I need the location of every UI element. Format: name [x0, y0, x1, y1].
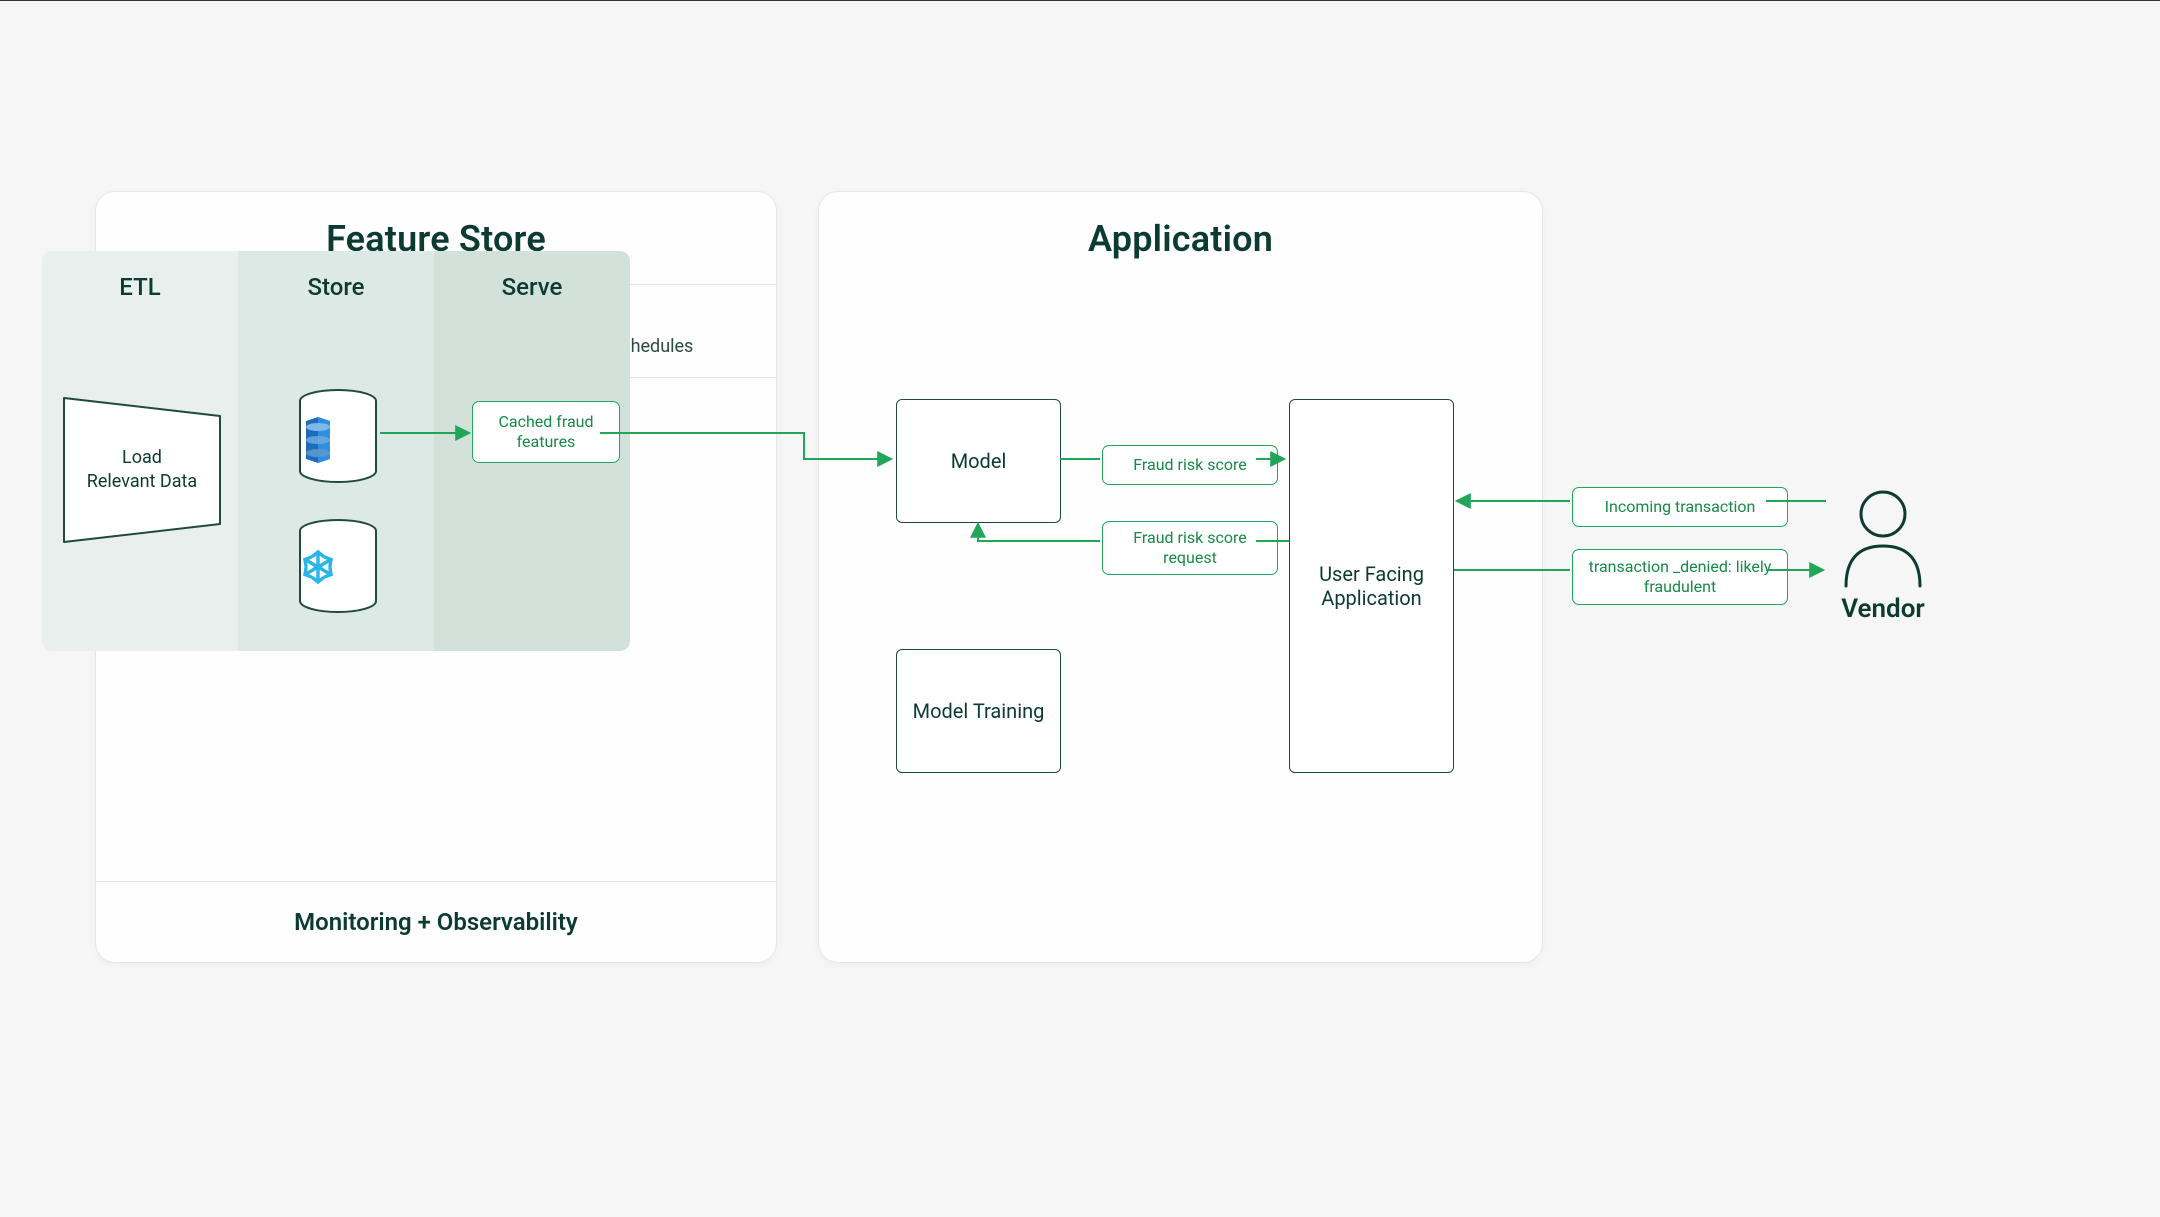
vendor-label: Vendor: [1828, 594, 1938, 624]
user-facing-application-label: User Facing Application: [1290, 562, 1453, 610]
column-store-title: Store: [308, 273, 365, 301]
transaction-denied-label: transaction _denied: likely fraudulent: [1572, 549, 1788, 605]
store-cylinder-snowflake: [298, 519, 378, 613]
vendor-actor: Vendor: [1828, 488, 1938, 624]
application-title: Application: [819, 192, 1542, 284]
model-training-box: Model Training: [896, 649, 1061, 773]
cached-fraud-features-label: Cached fraud features: [472, 401, 620, 463]
store-cylinder-dynamodb: [298, 389, 378, 483]
column-serve-title: Serve: [502, 273, 563, 301]
person-icon: [1838, 488, 1928, 588]
user-facing-application-box: User Facing Application: [1289, 399, 1454, 773]
fraud-risk-score-label: Fraud risk score: [1102, 445, 1278, 485]
incoming-transaction-label: Incoming transaction: [1572, 487, 1788, 527]
column-etl-title: ETL: [119, 273, 160, 301]
monitoring-footer: Monitoring + Observability: [96, 881, 776, 962]
load-relevant-data-box: Load Relevant Data: [62, 396, 222, 544]
load-relevant-data-label: Load Relevant Data: [62, 396, 222, 544]
fraud-risk-score-request-label: Fraud risk score request: [1102, 521, 1278, 575]
architecture-diagram: { "feature_store": { "title": "Feature S…: [0, 1, 2160, 1217]
model-box: Model: [896, 399, 1061, 523]
